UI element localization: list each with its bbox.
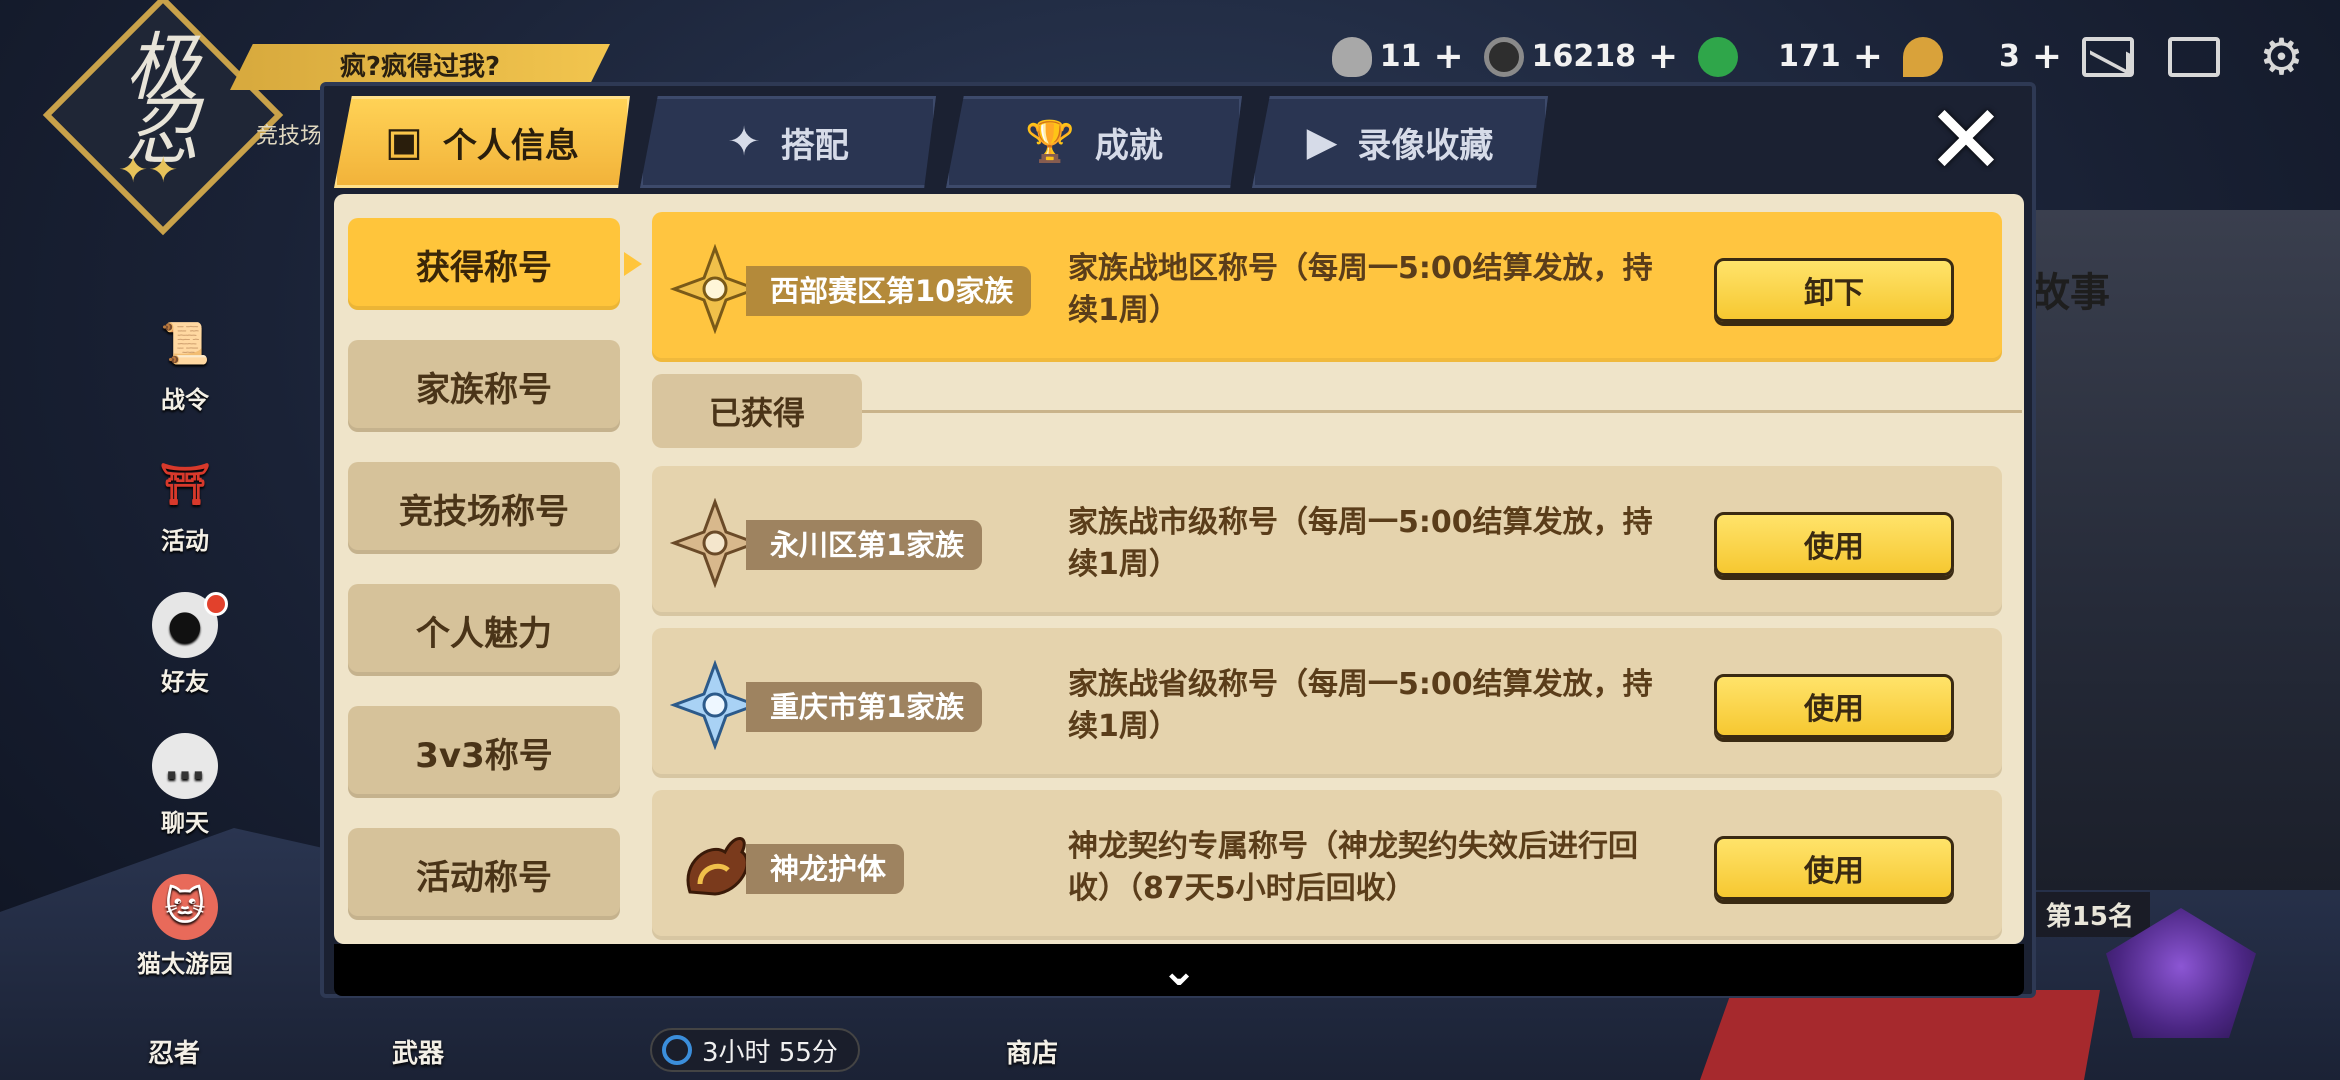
timer-text: 3小时 55分	[702, 1037, 838, 1068]
category-arena-titles[interactable]: 竞技场称号	[348, 462, 620, 554]
tab-label: 搭配	[780, 125, 849, 166]
rice-ball-count: 11	[1379, 39, 1422, 74]
scroll-down-button[interactable]: ⌄	[334, 944, 2024, 996]
category-personal-charm[interactable]: 个人魅力	[348, 584, 620, 676]
left-side-menu: 📜 战令 ⛩ 活动 ● 好友 … 聊天 🐱 猫太游园	[120, 310, 250, 1015]
arena-entry-banner[interactable]	[1700, 990, 2100, 1080]
nav-shop[interactable]: 商店	[1006, 1033, 1058, 1070]
current-title-row: 西部赛区第10家族 家族战地区称号（每周一5:00结算发放，持续1周） 卸下	[652, 212, 2002, 362]
tab-label: 录像收藏	[1357, 125, 1494, 166]
title-name: 永川区第1家族	[746, 520, 983, 570]
title-description: 神龙契约专属称号（神龙契约失效后进行回收）（87天5小时后回收）	[1068, 829, 1638, 906]
resource-gourd[interactable]: 3 +	[1902, 36, 2068, 77]
arena-label: 竞技场	[256, 124, 323, 149]
title-name: 西部赛区第10家族	[746, 266, 1032, 316]
category-event-titles[interactable]: 活动称号	[348, 828, 620, 920]
add-gourd-button[interactable]: +	[2032, 36, 2062, 77]
title-description: 家族战地区称号（每周一5:00结算发放，持续1周）	[1068, 251, 1653, 328]
resource-rice-ball[interactable]: 11 +	[1331, 36, 1470, 77]
gear-icon[interactable]: ⚙	[2259, 28, 2304, 86]
gourd-icon	[1902, 36, 1943, 77]
scroll-icon: 📜	[160, 320, 210, 367]
resource-jade[interactable]: 171 +	[1698, 36, 1889, 77]
tab-personal-info[interactable]: ▣ 个人信息	[334, 96, 630, 188]
story-scroll-label: 故事	[2030, 269, 2110, 316]
menu-battle-pass[interactable]: 📜 战令	[120, 310, 250, 415]
jade-count: 171	[1778, 39, 1841, 74]
menu-friends[interactable]: ● 好友	[120, 592, 250, 697]
title-category-list: 获得称号 家族称号 竞技场称号 个人魅力 3v3称号 活动称号	[348, 218, 642, 944]
use-title-button[interactable]: 使用	[1714, 836, 1954, 900]
title-row: 神龙护体 神龙契约专属称号（神龙契约失效后进行回收）（87天5小时后回收） 使用	[652, 790, 2002, 940]
tab-loadout[interactable]: ✦ 搭配	[640, 96, 936, 188]
title-name: 神龙护体	[746, 844, 905, 894]
chevron-down-icon: ⌄	[1160, 944, 1198, 996]
profile-icon: ▣	[385, 119, 423, 165]
profile-dialog: ▣ 个人信息 ✦ 搭配 🏆 成就 ▶ 录像收藏 ✕ 获得称号 家族称号 竞技场称…	[320, 82, 2036, 998]
mail-icon[interactable]	[2082, 36, 2134, 77]
title-list: 西部赛区第10家族 家族战地区称号（每周一5:00结算发放，持续1周） 卸下 已…	[652, 212, 2022, 944]
countdown-timer: 3小时 55分	[650, 1028, 860, 1072]
title-row: 永川区第1家族 家族战市级称号（每周一5:00结算发放，持续1周） 使用	[652, 466, 2002, 616]
play-icon: ▶	[1306, 119, 1338, 165]
menu-label: 战令	[161, 386, 209, 414]
rank-stars-icon: ✦✦	[118, 150, 179, 191]
category-family-titles[interactable]: 家族称号	[348, 340, 620, 432]
add-coin-button[interactable]: +	[1648, 36, 1678, 77]
title-description: 家族战省级称号（每周一5:00结算发放，持续1周）	[1068, 667, 1653, 744]
rank-title: 极忍	[125, 25, 199, 175]
tab-label: 个人信息	[442, 125, 579, 166]
menu-events[interactable]: ⛩ 活动	[120, 451, 250, 556]
rank-position-badge: 第15名	[2029, 892, 2150, 937]
resource-bar: 11 + 16218 + 171 + 3 +	[1331, 36, 2220, 77]
obtained-label: 已获得	[652, 374, 862, 448]
clock-icon	[662, 1035, 692, 1065]
menu-label: 好友	[161, 668, 209, 696]
add-jade-button[interactable]: +	[1853, 36, 1883, 77]
title-name: 重庆市第1家族	[746, 682, 983, 732]
nav-label: 武器	[392, 1039, 445, 1069]
jade-icon	[1698, 36, 1739, 77]
notification-dot	[204, 592, 228, 616]
menu-label: 活动	[161, 527, 209, 555]
menu-chat[interactable]: … 聊天	[120, 733, 250, 838]
rice-ball-icon	[1331, 36, 1372, 77]
obtained-section-header: 已获得	[652, 374, 2022, 464]
cat-park-icon: 🐱	[152, 874, 218, 940]
tab-achievements[interactable]: 🏆 成就	[946, 96, 1242, 188]
trophy-icon: 🏆	[1025, 119, 1075, 165]
nav-weapon[interactable]: 武器	[392, 1033, 444, 1070]
chat-bubble-icon: …	[152, 733, 218, 799]
nav-label: 商店	[1006, 1039, 1059, 1069]
titles-panel: 获得称号 家族称号 竞技场称号 个人魅力 3v3称号 活动称号 西部赛区第10家…	[334, 194, 2024, 944]
nav-ninja[interactable]: 忍者	[148, 1033, 200, 1070]
tab-replays[interactable]: ▶ 录像收藏	[1252, 96, 1548, 188]
divider	[862, 410, 2022, 413]
notice-board-icon[interactable]	[2168, 36, 2220, 77]
tab-label: 成就	[1094, 125, 1163, 166]
title-row: 重庆市第1家族 家族战省级称号（每周一5:00结算发放，持续1周） 使用	[652, 628, 2002, 778]
add-rice-ball-button[interactable]: +	[1433, 36, 1463, 77]
coin-count: 16218	[1531, 39, 1636, 74]
coin-icon	[1483, 36, 1524, 77]
dialog-tabs: ▣ 个人信息 ✦ 搭配 🏆 成就 ▶ 录像收藏	[334, 96, 1548, 196]
gourd-count: 3	[1998, 39, 2020, 74]
close-button[interactable]: ✕	[1920, 92, 2012, 188]
torii-icon: ⛩	[159, 461, 211, 508]
nav-label: 忍者	[148, 1039, 201, 1069]
shuriken-icon: ✦	[727, 119, 761, 165]
category-obtained-titles[interactable]: 获得称号	[348, 218, 642, 310]
use-title-button[interactable]: 使用	[1714, 674, 1954, 738]
title-description: 家族战市级称号（每周一5:00结算发放，持续1周）	[1068, 505, 1653, 582]
menu-label: 聊天	[161, 809, 209, 837]
use-title-button[interactable]: 使用	[1714, 512, 1954, 576]
category-3v3-titles[interactable]: 3v3称号	[348, 706, 620, 798]
unequip-button[interactable]: 卸下	[1714, 258, 1954, 322]
resource-coin[interactable]: 16218 +	[1483, 36, 1685, 77]
